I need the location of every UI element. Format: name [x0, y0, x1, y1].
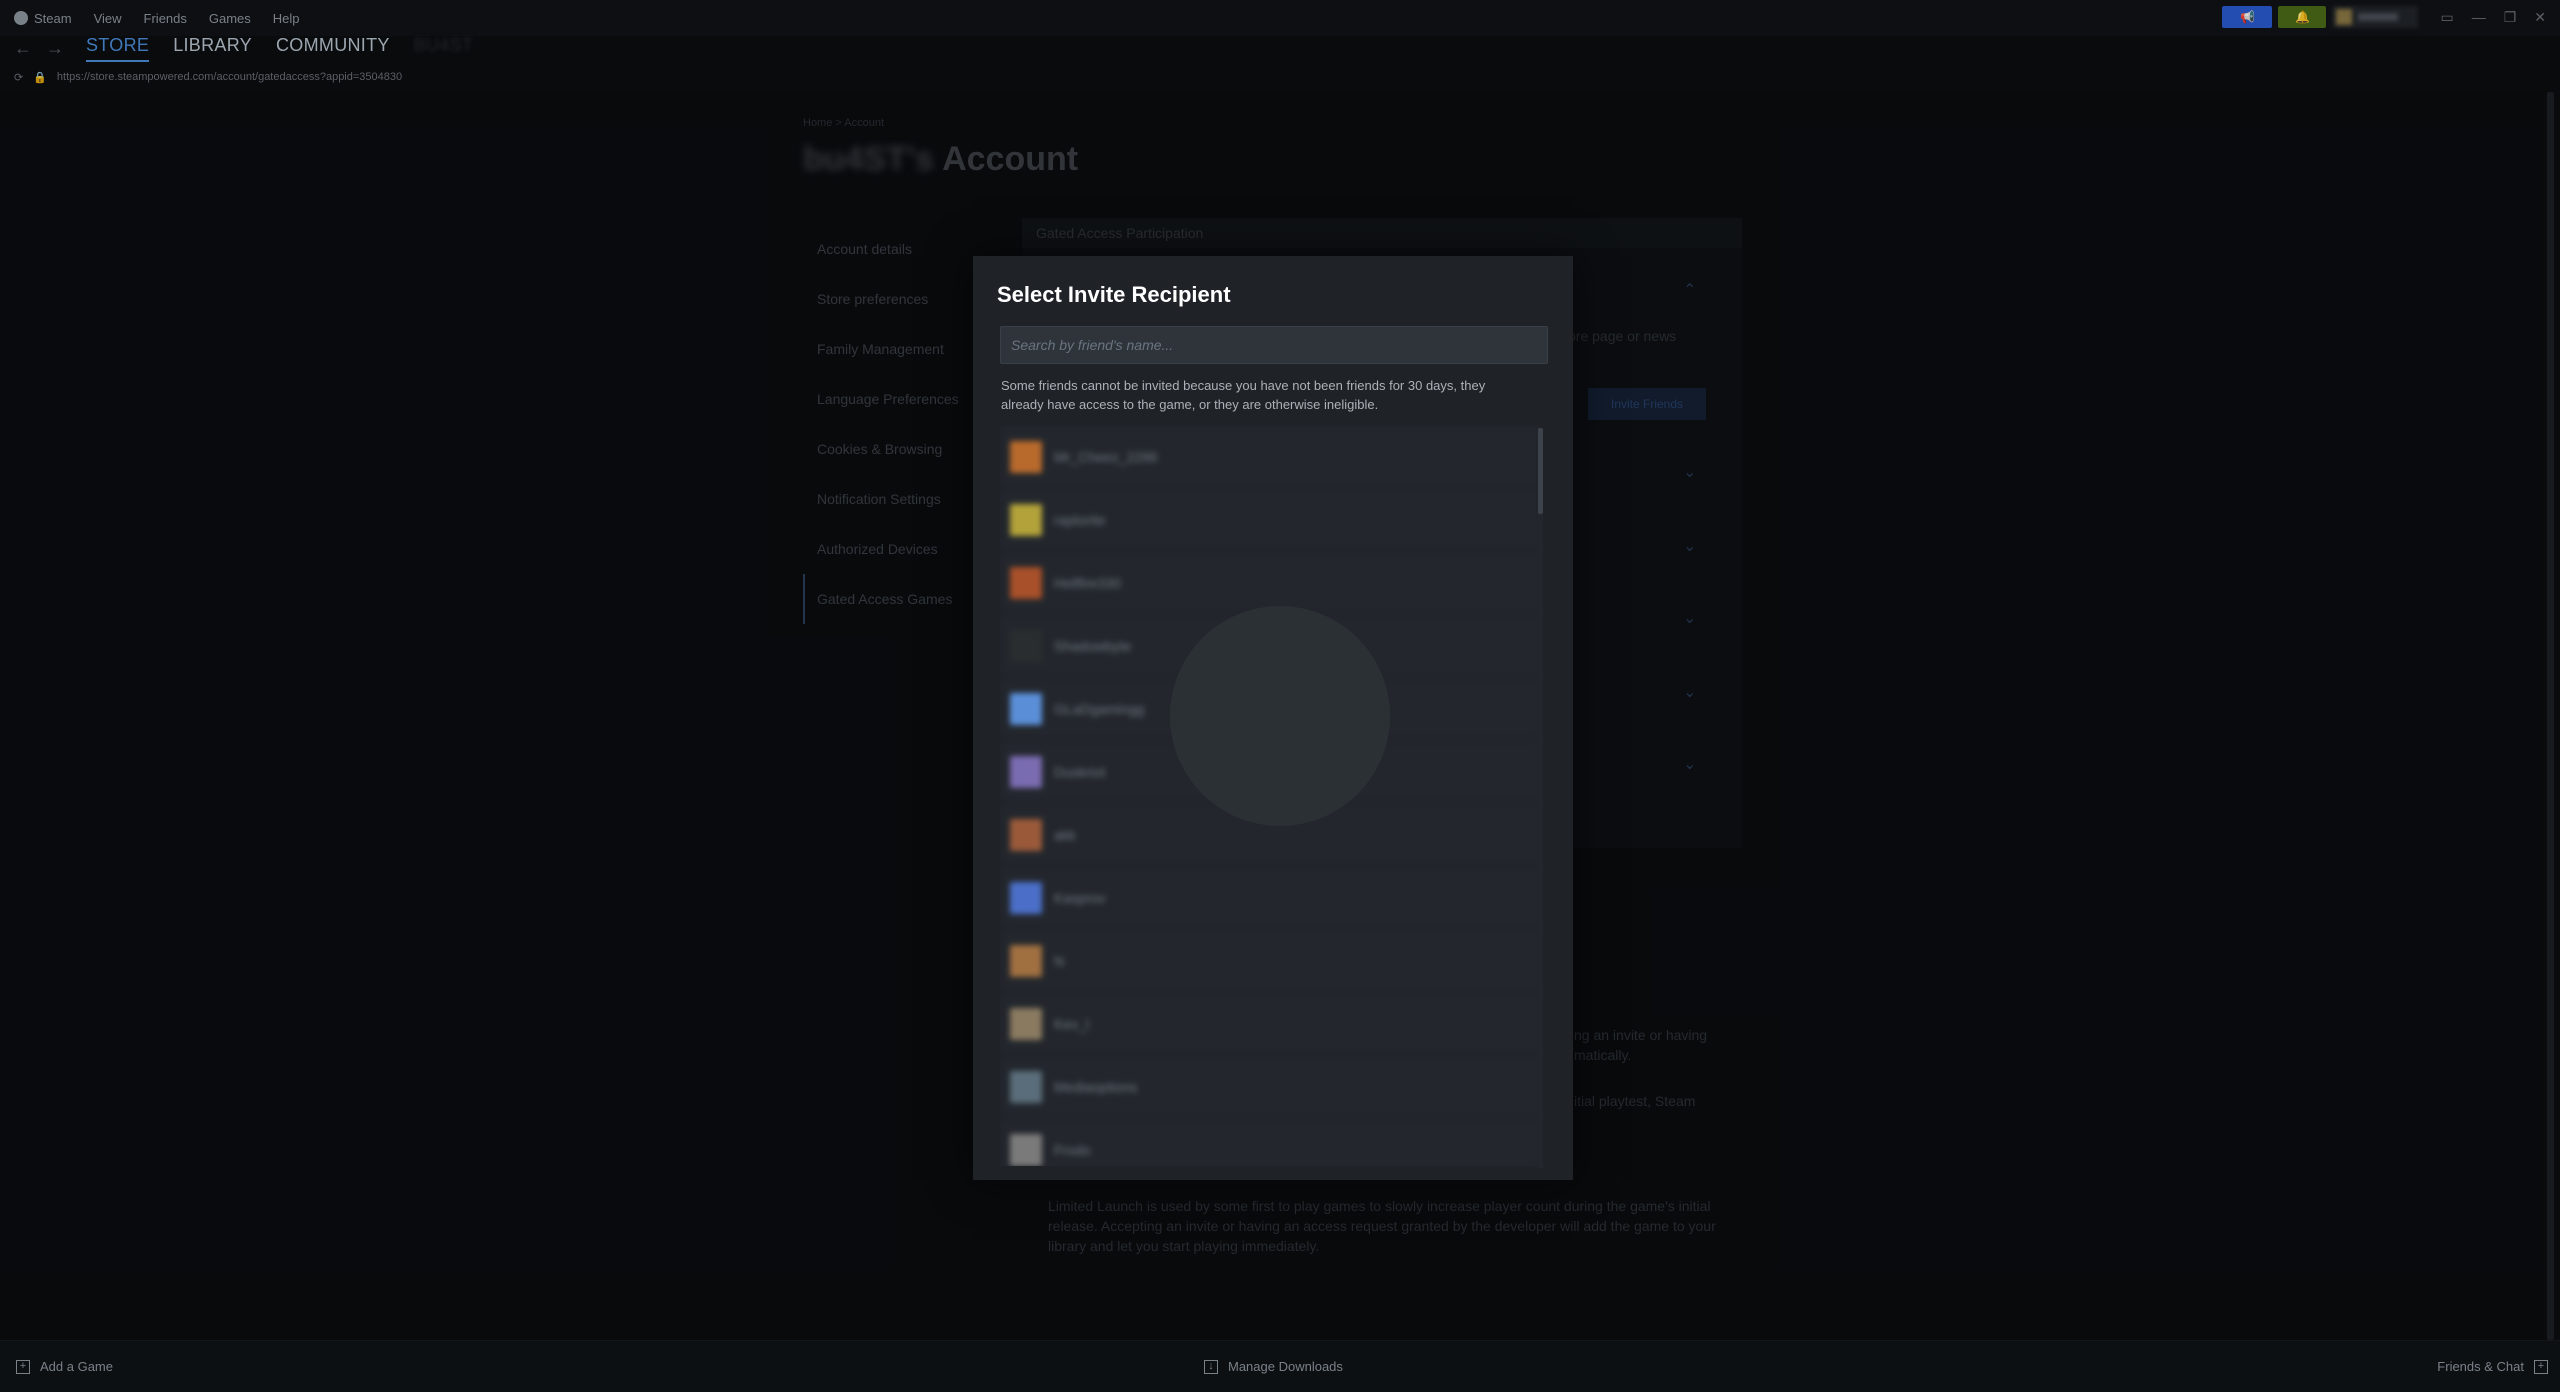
friend-list-scrollbar-thumb[interactable]	[1538, 428, 1543, 514]
friend-name: Hellfire330	[1054, 575, 1121, 591]
friend-avatar	[1010, 756, 1042, 788]
friend-search-box[interactable]	[1000, 326, 1548, 364]
friend-name: Mediaoptions	[1054, 1079, 1138, 1095]
friend-avatar	[1010, 1071, 1042, 1103]
friend-avatar	[1010, 567, 1042, 599]
friend-avatar	[1010, 945, 1042, 977]
friend-row[interactable]: Kev_l	[1000, 993, 1540, 1056]
friend-name: akk	[1054, 827, 1076, 843]
select-invite-recipient-dialog: Select Invite Recipient Some friends can…	[973, 256, 1573, 1180]
loading-spinner	[1170, 606, 1390, 826]
friend-avatar	[1010, 441, 1042, 473]
eligibility-notice: Some friends cannot be invited because y…	[1001, 378, 1486, 412]
friend-name: Kev_l	[1054, 1016, 1090, 1032]
friend-name: GLaDgamingg	[1054, 701, 1145, 717]
friend-avatar	[1010, 1134, 1042, 1166]
friend-name: Shadowbyte	[1054, 638, 1132, 654]
friend-row[interactable]: N	[1000, 930, 1540, 993]
friend-avatar	[1010, 693, 1042, 725]
friend-row[interactable]: Frodo	[1000, 1119, 1540, 1166]
friend-avatar	[1010, 630, 1042, 662]
friend-list-scrollbar[interactable]	[1538, 428, 1543, 1168]
friend-avatar	[1010, 504, 1042, 536]
friend-avatar	[1010, 882, 1042, 914]
friend-avatar	[1010, 819, 1042, 851]
friend-row[interactable]: Mediaoptions	[1000, 1056, 1540, 1119]
friend-search-input[interactable]	[1011, 337, 1537, 353]
friend-name: raptorite	[1054, 512, 1106, 528]
friend-name: Duskriot	[1054, 764, 1106, 780]
friend-name: Kasprov	[1054, 890, 1106, 906]
friend-name: N	[1054, 953, 1065, 969]
friend-row[interactable]: Mr_Cheez_2286	[1000, 426, 1540, 489]
friend-row[interactable]: Kasprov	[1000, 867, 1540, 930]
friend-row[interactable]: raptorite	[1000, 489, 1540, 552]
dialog-title: Select Invite Recipient	[997, 282, 1231, 307]
friend-avatar	[1010, 1008, 1042, 1040]
friend-name: Mr_Cheez_2286	[1054, 449, 1158, 465]
friend-name: Frodo	[1054, 1142, 1091, 1158]
